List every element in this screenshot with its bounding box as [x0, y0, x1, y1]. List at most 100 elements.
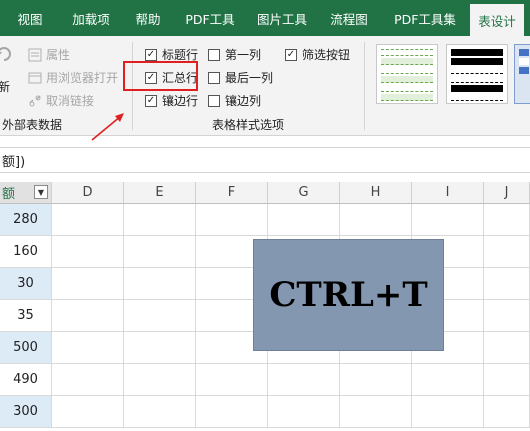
- tab-pdf-tools[interactable]: PDF工具: [174, 0, 246, 36]
- filter-button-check-icon: ✓: [285, 48, 297, 61]
- table-style-green-swatch[interactable]: [376, 44, 438, 104]
- banded-rows-checkbox[interactable]: ✓ 镶边行: [145, 92, 198, 109]
- banded-columns-checkbox[interactable]: 镶边列: [208, 92, 261, 109]
- table-cell-amount[interactable]: 300: [0, 396, 52, 428]
- formula-text: 额]): [2, 154, 26, 170]
- tab-pdf-toolset[interactable]: PDF工具集: [380, 0, 470, 36]
- grid-cell[interactable]: [196, 396, 268, 428]
- grid-cell[interactable]: [52, 332, 124, 364]
- grid-cell[interactable]: [484, 236, 530, 268]
- first-column-label: 第一列: [225, 48, 262, 62]
- filter-dropdown-icon[interactable]: ▼: [34, 185, 48, 199]
- table-cell-amount[interactable]: 30: [0, 268, 52, 300]
- grid-cell[interactable]: [484, 332, 530, 364]
- column-header-amount[interactable]: 额 ▼: [0, 182, 52, 204]
- grid-cell[interactable]: [412, 396, 484, 428]
- refresh-icon: [0, 47, 11, 61]
- table-cell-amount[interactable]: 160: [0, 236, 52, 268]
- column-header-j[interactable]: J: [484, 182, 530, 204]
- tab-flowchart[interactable]: 流程图: [318, 0, 380, 36]
- banded-rows-check-icon: ✓: [145, 94, 157, 107]
- grid-cell[interactable]: [124, 268, 196, 300]
- column-header-f[interactable]: F: [196, 182, 268, 204]
- last-column-checkbox[interactable]: 最后一列: [208, 69, 273, 86]
- first-column-checkbox[interactable]: 第一列: [208, 46, 261, 63]
- last-column-label: 最后一列: [225, 71, 274, 85]
- grid-cell[interactable]: [340, 364, 412, 396]
- unlink-label: 取消链接: [46, 94, 95, 108]
- column-header-amount-label: 额: [2, 187, 16, 202]
- ribbon-tab-bar: 视图 加载项 帮助 PDF工具 图片工具 流程图 PDF工具集 表设计: [0, 0, 530, 36]
- formula-bar[interactable]: 额]): [0, 147, 530, 173]
- last-column-box-icon: [208, 71, 220, 84]
- grid-cell[interactable]: [52, 300, 124, 332]
- properties-button[interactable]: 属性: [28, 46, 70, 63]
- grid-cell[interactable]: [484, 268, 530, 300]
- open-in-browser-button[interactable]: 用浏览器打开: [28, 69, 118, 86]
- grid-cell[interactable]: [124, 396, 196, 428]
- grid-cell[interactable]: [124, 332, 196, 364]
- tab-addins[interactable]: 加载项: [60, 0, 122, 36]
- grid-cell[interactable]: [268, 396, 340, 428]
- highlight-box: [123, 61, 198, 91]
- first-column-box-icon: [208, 48, 220, 61]
- tab-image-tools[interactable]: 图片工具: [246, 0, 318, 36]
- header-row-check-icon: ✓: [145, 48, 157, 61]
- column-header-i[interactable]: I: [412, 182, 484, 204]
- grid-cell[interactable]: [52, 364, 124, 396]
- grid-cell[interactable]: [484, 204, 530, 236]
- table-style-gallery: [372, 44, 530, 108]
- ribbon-panel: 新 属性 用浏览器打开 取消链接 外部表数据 ✓ 标题行 ✓ 汇总行 ✓ 镶边行…: [0, 36, 530, 141]
- grid-cell[interactable]: [268, 204, 340, 236]
- tab-view[interactable]: 视图: [0, 0, 60, 36]
- grid-cell[interactable]: [52, 396, 124, 428]
- grid-cell[interactable]: [412, 364, 484, 396]
- column-header-g[interactable]: G: [268, 182, 340, 204]
- properties-label: 属性: [46, 48, 71, 62]
- table-cell-amount[interactable]: 490: [0, 364, 52, 396]
- banded-rows-label: 镶边行: [162, 94, 199, 108]
- properties-icon: [28, 48, 42, 61]
- style-options-group-label: 表格样式选项: [212, 118, 285, 132]
- shape-text: CTRL+T: [269, 275, 428, 315]
- grid-cell[interactable]: [484, 396, 530, 428]
- column-header-e[interactable]: E: [124, 182, 196, 204]
- grid-cell[interactable]: [340, 204, 412, 236]
- table-style-black-swatch[interactable]: [446, 44, 508, 104]
- column-header-h[interactable]: H: [340, 182, 412, 204]
- grid-cell[interactable]: [52, 236, 124, 268]
- grid-cell[interactable]: [52, 268, 124, 300]
- refresh-label: 新: [0, 80, 11, 94]
- browser-icon: [28, 72, 42, 83]
- grid-cell[interactable]: [196, 204, 268, 236]
- annotation-arrow-icon: [91, 113, 124, 141]
- grid-cell[interactable]: [340, 396, 412, 428]
- unlink-icon: [29, 94, 41, 106]
- table-cell-amount[interactable]: 35: [0, 300, 52, 332]
- banded-columns-label: 镶边列: [225, 94, 262, 108]
- grid-cell[interactable]: [124, 204, 196, 236]
- unlink-button[interactable]: 取消链接: [28, 92, 94, 109]
- text-shape[interactable]: CTRL+T: [253, 239, 444, 351]
- grid-cell[interactable]: [124, 364, 196, 396]
- grid-cell[interactable]: [412, 204, 484, 236]
- grid-cell[interactable]: [484, 300, 530, 332]
- column-header-d[interactable]: D: [52, 182, 124, 204]
- grid-cell[interactable]: [268, 364, 340, 396]
- grid-cell[interactable]: [124, 236, 196, 268]
- banded-columns-box-icon: [208, 94, 220, 107]
- open-in-browser-label: 用浏览器打开: [46, 71, 119, 85]
- external-data-group-label: 外部表数据: [2, 118, 63, 132]
- grid-cell[interactable]: [196, 364, 268, 396]
- group-separator: [364, 42, 365, 130]
- grid-cell[interactable]: [484, 364, 530, 396]
- table-cell-amount[interactable]: 500: [0, 332, 52, 364]
- filter-button-checkbox[interactable]: ✓ 筛选按钮: [285, 46, 350, 63]
- grid-cell[interactable]: [124, 300, 196, 332]
- filter-button-label: 筛选按钮: [302, 48, 351, 62]
- tab-table-design[interactable]: 表设计: [470, 4, 524, 36]
- table-style-blue-swatch[interactable]: [514, 44, 530, 104]
- table-cell-amount[interactable]: 280: [0, 204, 52, 236]
- tab-help[interactable]: 帮助: [122, 0, 174, 36]
- grid-cell[interactable]: [52, 204, 124, 236]
